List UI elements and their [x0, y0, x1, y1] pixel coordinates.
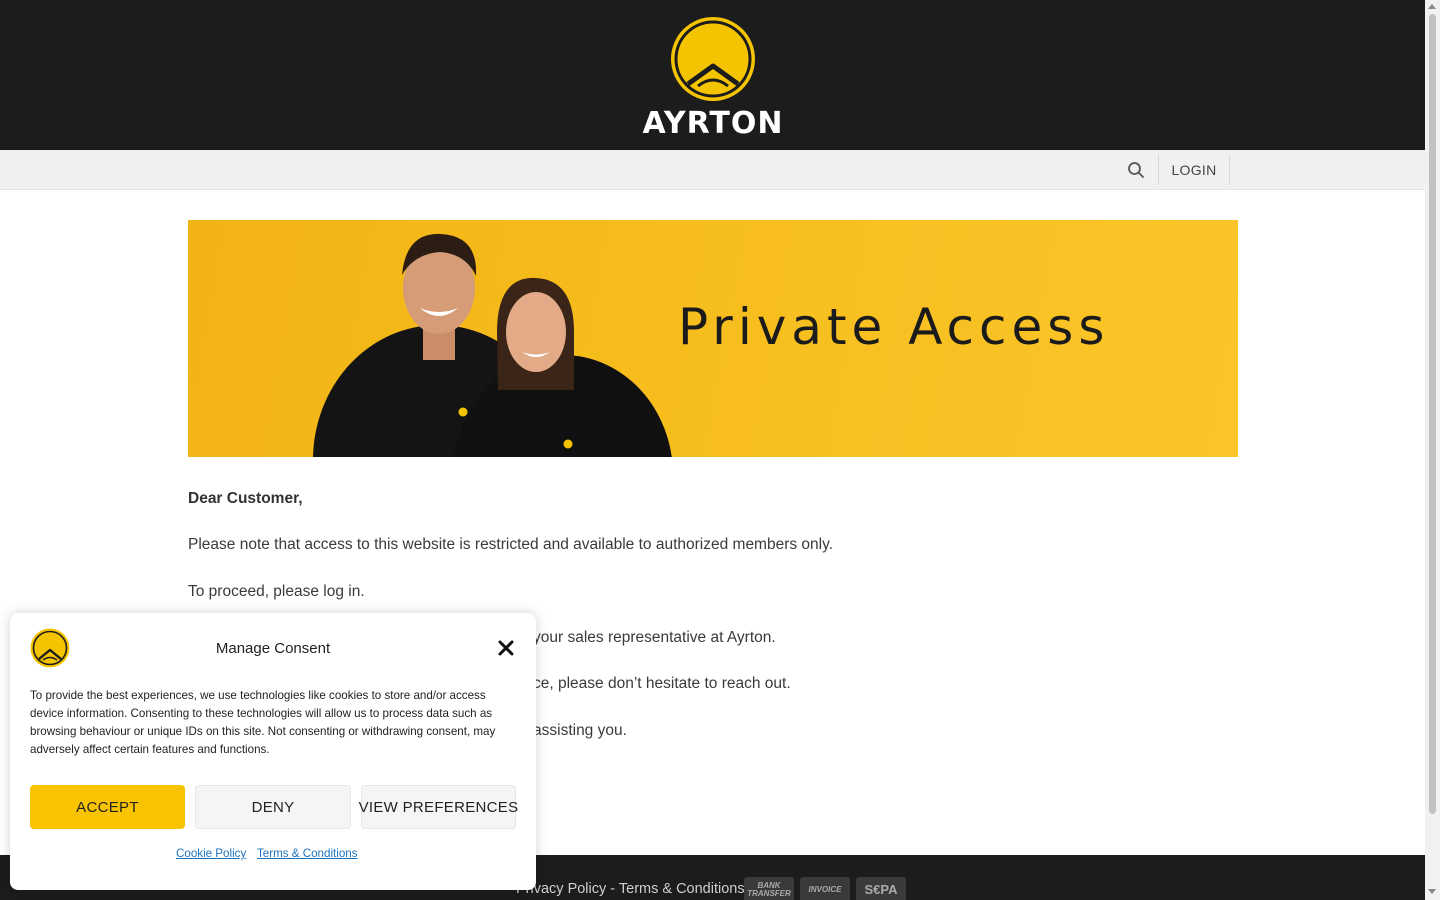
accept-button[interactable]: ACCEPT	[30, 785, 185, 829]
consent-title: Manage Consent	[215, 640, 331, 657]
scroll-up-arrow[interactable]	[1428, 4, 1436, 9]
deny-button[interactable]: DENY	[195, 785, 351, 829]
site-header: AYRTON	[0, 0, 1425, 150]
access-notice-text: Please note that access to this website …	[188, 536, 834, 553]
sales-rep-text: your sales representative at Ayrton.	[533, 629, 776, 646]
ayrton-logo-icon	[671, 17, 755, 101]
nav-bar: LOGIN	[0, 150, 1425, 190]
consent-description: To provide the best experiences, we use …	[30, 689, 496, 756]
brand-name: AYRTON	[642, 106, 784, 141]
reach-out-text: ce, please don’t hesitate to reach out.	[533, 675, 791, 692]
banner-title: Private Access	[678, 298, 1110, 356]
page-scrollbar[interactable]	[1425, 0, 1440, 900]
nav-divider	[1229, 155, 1230, 185]
close-icon[interactable]	[496, 638, 516, 658]
view-preferences-button[interactable]: VIEW PREFERENCES	[359, 785, 518, 829]
private-access-banner: Private Access	[188, 220, 1238, 457]
greeting-text: Dear Customer,	[188, 490, 303, 507]
closing-text: assisting you.	[533, 722, 627, 739]
login-link[interactable]: LOGIN	[1160, 150, 1228, 190]
footer-links: Privacy Policy - Terms & Conditions	[516, 881, 745, 897]
terms-conditions-link[interactable]: Terms & Conditions	[619, 881, 745, 897]
footer-separator: -	[606, 881, 619, 897]
search-button[interactable]	[1120, 155, 1152, 185]
ayrton-logo[interactable]: AYRTON	[612, 14, 814, 141]
nav-divider	[1158, 155, 1159, 185]
scroll-thumb[interactable]	[1429, 14, 1436, 814]
search-icon	[1128, 162, 1144, 178]
invoice-badge: INVOICE	[800, 877, 850, 900]
cookie-policy-link[interactable]: Cookie Policy	[176, 847, 246, 860]
consent-terms-link[interactable]: Terms & Conditions	[257, 847, 358, 860]
bank-transfer-badge: BANK TRANSFER	[744, 877, 794, 900]
sepa-badge: S€PA	[856, 877, 906, 900]
scroll-down-arrow[interactable]	[1428, 889, 1436, 894]
cookie-consent-dialog: Manage Consent To provide the best exper…	[10, 613, 536, 890]
login-instruction-text: To proceed, please log in.	[188, 583, 365, 600]
